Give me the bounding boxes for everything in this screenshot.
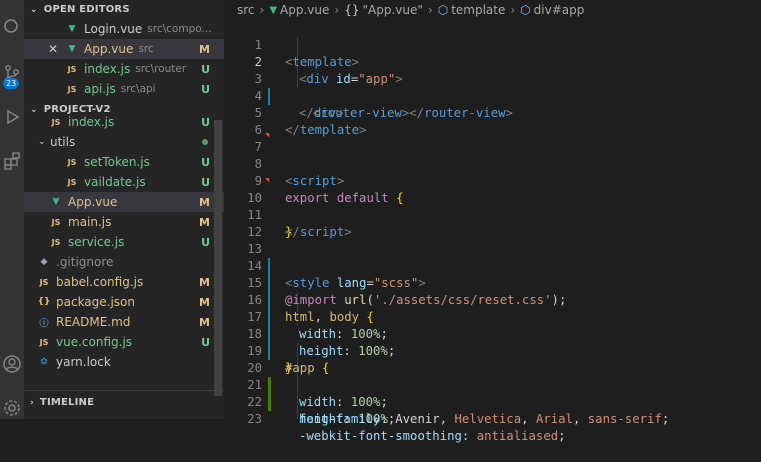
vue-file-icon: ▼	[52, 197, 60, 207]
activity-bar: 23	[0, 0, 24, 419]
code-line[interactable]: 12	[224, 207, 761, 239]
file-item[interactable]: {} package.json M	[24, 292, 224, 312]
divider	[24, 390, 224, 391]
deleted-lines-marker: ◥	[265, 176, 270, 184]
code-line[interactable]: 3 <router-view></router-view>	[224, 54, 761, 120]
code-line[interactable]: 15 html, body {	[224, 258, 761, 324]
gear-icon[interactable]	[0, 398, 24, 418]
code-line[interactable]: 11 </script>	[224, 190, 761, 239]
chevron-down-icon: ⌄	[38, 137, 46, 147]
chevron-right-icon: ›	[510, 3, 516, 17]
file-item[interactable]: JS babel.config.js M	[24, 272, 224, 292]
account-icon[interactable]	[0, 354, 24, 374]
js-file-icon: JS	[39, 277, 49, 287]
json-file-icon: {}	[37, 297, 51, 307]
code-line[interactable]: 19 #app {	[224, 326, 761, 375]
js-file-icon: JS	[67, 84, 77, 94]
modified-dot-icon	[202, 139, 208, 145]
code-line[interactable]: 9 export default {	[224, 156, 761, 205]
code-line[interactable]: 21 height: 100%;	[224, 360, 761, 426]
open-editors-header[interactable]: ⌄ OPEN EDITORS	[24, 0, 224, 19]
breadcrumb-object[interactable]: "App.vue"	[363, 3, 423, 17]
source-control-badge: 23	[3, 78, 20, 89]
element-icon: ⬡	[520, 3, 531, 17]
file-item-selected[interactable]: ▼ App.vue M	[24, 192, 224, 212]
code-line[interactable]: 8	[224, 139, 761, 171]
js-file-icon: JS	[67, 64, 77, 74]
open-editor-item[interactable]: JS index.js src\router U	[24, 59, 224, 79]
js-file-icon: JS	[51, 237, 61, 247]
chevron-right-icon: ›	[334, 3, 340, 17]
breadcrumb-file[interactable]: App.vue	[280, 3, 329, 17]
code-editor[interactable]: src › ▼ App.vue › {} "App.vue" › ⬡ templ…	[224, 0, 761, 443]
explorer-sidebar: ⌄ OPEN EDITORS ▼ Login.vue src\compo... …	[24, 0, 224, 419]
chevron-down-icon: ⌄	[30, 4, 38, 15]
code-line[interactable]: 18 }	[224, 309, 761, 375]
code-line[interactable]: 1 <template>	[224, 20, 761, 69]
js-file-icon: JS	[51, 117, 61, 127]
open-editor-item[interactable]: JS api.js src\api U	[24, 79, 224, 99]
chevron-right-icon: ›	[427, 3, 433, 17]
vue-file-icon: ▼	[68, 44, 76, 54]
code-line-current[interactable]: 2 <div id="app">	[224, 37, 761, 86]
js-file-icon: JS	[67, 157, 77, 167]
code-line[interactable]: 13 <style lang="scss">	[224, 224, 761, 290]
code-line[interactable]: 16 width: 100%;	[224, 275, 761, 341]
file-item[interactable]: ✿ yarn.lock	[24, 352, 224, 372]
code-line[interactable]: 5 </template>	[224, 88, 761, 137]
code-line[interactable]: 7 ◥ <script>	[224, 122, 761, 188]
object-icon: {}	[344, 3, 360, 17]
file-item[interactable]: JS main.js M	[24, 212, 224, 232]
file-item[interactable]: JS service.js U	[24, 232, 224, 252]
breadcrumb-div[interactable]: div#app	[534, 3, 585, 17]
chevron-right-icon: ›	[259, 3, 265, 17]
git-file-icon: ◆	[40, 257, 48, 267]
file-item[interactable]: JS vaildate.js U	[24, 172, 224, 192]
run-debug-icon[interactable]	[0, 108, 24, 126]
file-item[interactable]: JS vue.config.js U	[24, 332, 224, 352]
file-tree: JS index.js U ⌄ utils JS setToken.js U J…	[24, 112, 224, 372]
code-line[interactable]: 4 </div>	[224, 71, 761, 120]
code-line[interactable]: 17 height: 100%;	[224, 292, 761, 358]
file-item[interactable]: ◆ .gitignore	[24, 252, 224, 272]
extensions-icon[interactable]	[0, 152, 24, 170]
file-item[interactable]: JS index.js U	[24, 112, 224, 132]
js-file-icon: JS	[39, 337, 49, 347]
code-line[interactable]: 10 ◥ }	[224, 173, 761, 239]
timeline-header[interactable]: › TIMELINE	[24, 393, 94, 412]
vue-file-icon: ▼	[269, 4, 278, 16]
breadcrumb: src › ▼ App.vue › {} "App.vue" › ⬡ templ…	[224, 0, 761, 20]
js-file-icon: JS	[67, 177, 77, 187]
breadcrumb-template[interactable]: template	[451, 3, 505, 17]
search-icon[interactable]	[0, 18, 24, 36]
open-editor-item[interactable]: ▼ Login.vue src\compo...	[24, 19, 224, 39]
code-line[interactable]: 22 font-family: Avenir, Helvetica, Arial…	[224, 377, 761, 426]
breadcrumb-src[interactable]: src	[237, 3, 255, 17]
code-line[interactable]: 23 -webkit-font-smoothing: antialiased;	[224, 394, 761, 443]
file-item[interactable]: ⓘ README.md M	[24, 312, 224, 332]
sidebar-scrollbar[interactable]	[214, 120, 222, 396]
folder-item-utils[interactable]: ⌄ utils	[24, 132, 224, 152]
open-editor-item-active[interactable]: ✕ ▼ App.vue src M	[24, 39, 224, 59]
vue-file-icon: ▼	[68, 24, 76, 34]
chevron-right-icon: ›	[30, 397, 34, 408]
code-line[interactable]: 6	[224, 105, 761, 137]
close-icon[interactable]: ✕	[48, 42, 64, 56]
js-file-icon: JS	[51, 217, 61, 227]
open-editors-list: ▼ Login.vue src\compo... ✕ ▼ App.vue src…	[24, 19, 224, 99]
code-line[interactable]: 14 @import url('./assets/css/reset.css')…	[224, 241, 761, 307]
code-line[interactable]: 20 width: 100%;	[224, 343, 761, 409]
file-item[interactable]: JS setToken.js U	[24, 152, 224, 172]
element-icon: ⬡	[437, 3, 449, 17]
yarn-file-icon: ✿	[40, 357, 48, 367]
info-file-icon: ⓘ	[39, 318, 49, 329]
